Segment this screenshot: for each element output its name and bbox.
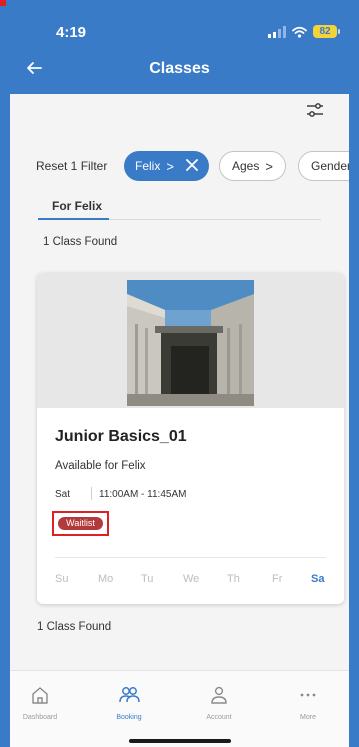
status-icons: 82 xyxy=(268,25,340,38)
status-time: 4:19 xyxy=(56,24,87,41)
divider xyxy=(91,487,92,500)
class-time: 11:00AM - 11:45AM xyxy=(99,489,187,500)
wifi-icon xyxy=(292,26,307,38)
class-name: Junior Basics_01 xyxy=(55,428,187,445)
corner-marker xyxy=(0,0,6,6)
class-card[interactable]: Junior Basics_01 Available for Felix Sat… xyxy=(37,273,344,604)
tab-for-felix[interactable]: For Felix xyxy=(52,199,102,213)
chevron-right-icon: > xyxy=(166,158,174,174)
chip-ages[interactable]: Ages > xyxy=(219,151,286,181)
chip-genders[interactable]: Genders xyxy=(298,151,349,181)
chip-genders-label: Genders xyxy=(311,159,349,173)
filter-settings-icon[interactable] xyxy=(303,98,327,122)
home-indicator xyxy=(129,739,231,743)
nav-dashboard-label: Dashboard xyxy=(22,714,58,721)
page-title: Classes xyxy=(149,60,210,77)
more-icon xyxy=(300,693,316,697)
screen-frame: 4:19 82 Classes Reset 1 Filter Felix > A… xyxy=(0,0,359,747)
header-bar: 4:19 82 Classes xyxy=(10,0,349,94)
chip-felix-label: Felix xyxy=(135,159,161,173)
chip-ages-label: Ages xyxy=(232,159,260,173)
people-icon xyxy=(119,687,140,703)
home-icon xyxy=(32,687,48,704)
chevron-right-icon: > xyxy=(265,158,273,174)
filter-chips-row: Reset 1 Filter Felix > Ages > Genders xyxy=(10,151,349,181)
class-day: Sat xyxy=(55,489,71,500)
signal-icon xyxy=(268,25,286,38)
app-screen: 4:19 82 Classes Reset 1 Filter Felix > A… xyxy=(10,0,349,747)
tab-divider xyxy=(109,219,321,220)
weekday-mo: Mo xyxy=(98,573,114,585)
weekday-tu: Tu xyxy=(141,573,154,585)
availability-text: Available for Felix xyxy=(55,460,146,472)
weekday-su: Su xyxy=(55,573,69,585)
nav-booking[interactable]: Booking xyxy=(97,671,161,725)
chip-felix[interactable]: Felix > xyxy=(124,151,209,181)
weekday-row: Su Mo Tu We Th Fr Sa xyxy=(37,573,344,589)
weekday-fr: Fr xyxy=(272,573,283,585)
waitlist-highlight-box: Waitlist xyxy=(52,511,109,536)
weekday-sa: Sa xyxy=(311,573,325,585)
weekday-th: Th xyxy=(227,573,240,585)
person-icon xyxy=(211,686,227,704)
nav-account[interactable]: Account xyxy=(187,671,251,725)
bottom-nav: Dashboard Booking Account More xyxy=(10,670,349,747)
nav-booking-label: Booking xyxy=(116,714,142,721)
nav-dashboard[interactable]: Dashboard xyxy=(8,671,72,725)
results-count: 1 Class Found xyxy=(43,236,118,248)
status-badge: Waitlist xyxy=(58,517,103,530)
nav-more[interactable]: More xyxy=(276,671,340,725)
divider xyxy=(55,557,326,558)
nav-account-label: Account xyxy=(206,714,232,721)
reset-filter-link[interactable]: Reset 1 Filter xyxy=(36,159,107,173)
weekday-we: We xyxy=(183,573,200,585)
class-image-area xyxy=(37,273,344,408)
close-icon[interactable] xyxy=(186,159,198,171)
results-count-bottom: 1 Class Found xyxy=(37,621,112,633)
battery-icon: 82 xyxy=(313,25,340,38)
nav-more-label: More xyxy=(300,714,316,721)
class-photo xyxy=(127,280,254,406)
tab-underline xyxy=(38,218,109,220)
